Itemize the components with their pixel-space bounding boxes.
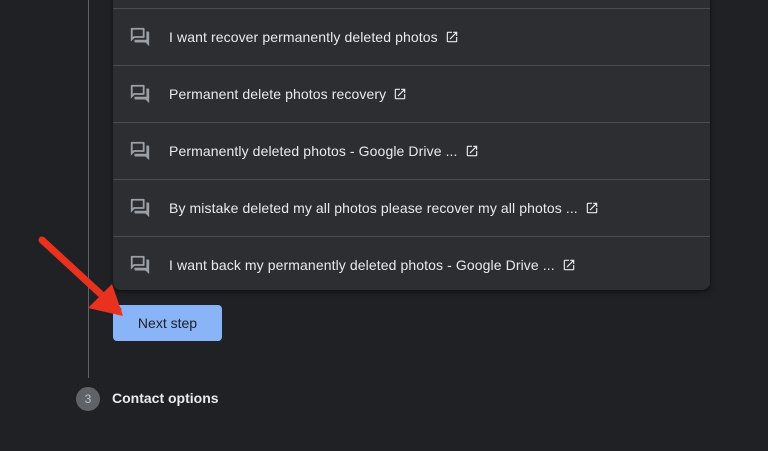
results-list: I want recover permanently deleted photo…	[113, 9, 710, 293]
results-card: I want recover permanently deleted photo…	[113, 0, 710, 290]
feedback-icon	[130, 198, 150, 218]
feedback-icon	[130, 141, 150, 161]
list-item[interactable]: Permanently deleted photos - Google Driv…	[113, 122, 710, 179]
open-in-new-icon	[394, 88, 406, 100]
feedback-icon	[130, 255, 150, 275]
list-item[interactable]: I want back my permanently deleted photo…	[113, 236, 710, 293]
result-link[interactable]: Permanent delete photos recovery	[169, 86, 407, 102]
pointer-arrow-icon	[38, 236, 123, 316]
step-title: Contact options	[112, 390, 219, 406]
open-in-new-icon	[586, 202, 598, 214]
open-in-new-icon	[446, 31, 457, 43]
result-link[interactable]: By mistake deleted my all photos please …	[169, 200, 599, 216]
result-label: I want recover permanently deleted photo…	[169, 29, 438, 45]
result-label: I want back my permanently deleted photo…	[169, 257, 555, 273]
list-item[interactable]: Permanent delete photos recovery	[113, 65, 710, 122]
list-item[interactable]: By mistake deleted my all photos please …	[113, 179, 710, 236]
feedback-icon	[130, 27, 150, 47]
next-step-button[interactable]: Next step	[113, 305, 222, 341]
result-label: Permanently deleted photos - Google Driv…	[169, 143, 458, 159]
result-label: Permanent delete photos recovery	[169, 86, 387, 102]
open-in-new-icon	[466, 145, 477, 157]
result-label: By mistake deleted my all photos please …	[169, 200, 578, 216]
feedback-icon	[130, 84, 150, 104]
step-number-badge: 3	[76, 387, 100, 411]
result-link[interactable]: I want back my permanently deleted photo…	[169, 257, 576, 273]
result-link[interactable]: I want recover permanently deleted photo…	[169, 29, 459, 45]
open-in-new-icon	[563, 259, 574, 271]
result-link[interactable]: Permanently deleted photos - Google Driv…	[169, 143, 479, 159]
list-item[interactable]: I want recover permanently deleted photo…	[113, 9, 710, 65]
